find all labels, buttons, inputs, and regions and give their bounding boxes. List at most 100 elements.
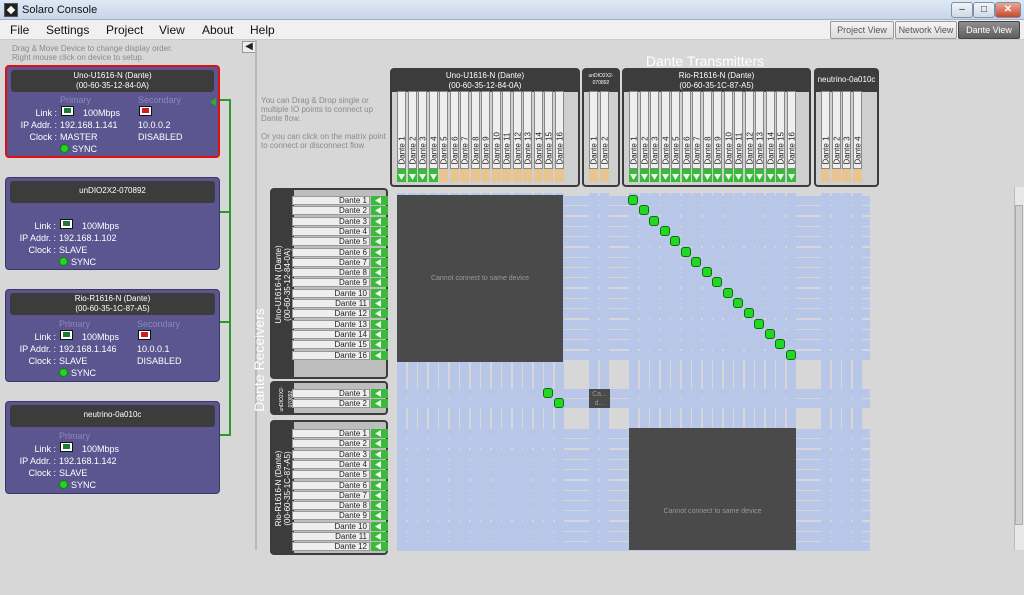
tx-channel[interactable]: Dante 5 <box>439 91 449 169</box>
menu-help[interactable]: Help <box>250 23 275 37</box>
tx-channel[interactable]: Dante 6 <box>681 91 691 169</box>
rx-channel[interactable]: Dante 1 <box>292 196 370 205</box>
tx-channel[interactable]: Dante 15 <box>776 91 786 169</box>
minimize-button[interactable]: – <box>951 2 973 18</box>
rx-channel[interactable]: Dante 11 <box>292 532 370 541</box>
rx-channel[interactable]: Dante 7 <box>292 258 370 267</box>
rx-channel[interactable]: Dante 6 <box>292 481 370 490</box>
rx-channel[interactable]: Dante 1 <box>292 389 370 398</box>
connection-point[interactable] <box>638 205 649 215</box>
rx-channel[interactable]: Dante 10 <box>292 289 370 298</box>
tx-channel[interactable]: Dante 9 <box>713 91 723 169</box>
tx-channel[interactable]: Dante 14 <box>765 91 775 169</box>
tx-channel[interactable]: Dante 4 <box>852 91 862 169</box>
tx-channel[interactable]: Dante 1 <box>397 91 407 169</box>
connection-point[interactable] <box>649 216 659 226</box>
rx-channel[interactable]: Dante 5 <box>292 237 370 246</box>
tx-channel[interactable]: Dante 6 <box>449 91 459 169</box>
panel-divider[interactable] <box>255 40 257 550</box>
tx-channel[interactable]: Dante 2 <box>831 91 841 169</box>
menu-settings[interactable]: Settings <box>46 23 89 37</box>
device-card-uno[interactable]: Uno-U1616-N (Dante) (00-60-35-12-84-0A) … <box>5 65 220 158</box>
rx-channel[interactable]: Dante 10 <box>292 522 370 531</box>
tx-channel[interactable]: Dante 10 <box>491 91 501 169</box>
tx-channel[interactable]: Dante 9 <box>481 91 491 169</box>
rx-channel[interactable]: Dante 12 <box>292 309 370 318</box>
rx-channel[interactable]: Dante 1 <box>292 429 370 438</box>
tx-channel[interactable]: Dante 10 <box>723 91 733 169</box>
tx-channel[interactable]: Dante 3 <box>418 91 428 169</box>
connection-point[interactable] <box>733 298 743 308</box>
maximize-button[interactable]: □ <box>973 2 995 18</box>
close-button[interactable]: ✕ <box>995 2 1021 18</box>
collapse-panel-button[interactable]: ◀ <box>242 41 256 53</box>
menu-about[interactable]: About <box>202 23 233 37</box>
connection-point[interactable] <box>553 398 564 408</box>
tx-channel[interactable]: Dante 1 <box>629 91 639 169</box>
connection-point[interactable] <box>764 329 775 339</box>
tx-channel[interactable]: Dante 2 <box>599 91 609 169</box>
project-view-button[interactable]: Project View <box>830 21 894 39</box>
rx-channel[interactable]: Dante 4 <box>292 227 370 236</box>
rx-channel[interactable]: Dante 11 <box>292 299 370 308</box>
tx-channel[interactable]: Dante 15 <box>544 91 554 169</box>
connection-point[interactable] <box>712 277 722 287</box>
tx-channel[interactable]: Dante 13 <box>755 91 765 169</box>
vertical-scrollbar-thumb[interactable] <box>1015 205 1023 525</box>
tx-channel[interactable]: Dante 16 <box>554 91 564 169</box>
rx-channel[interactable]: Dante 15 <box>292 340 370 349</box>
rx-channel[interactable]: Dante 9 <box>292 278 370 287</box>
tx-channel[interactable]: Dante 11 <box>734 91 744 169</box>
menu-file[interactable]: File <box>10 23 29 37</box>
tx-channel[interactable]: Dante 3 <box>842 91 852 169</box>
connection-point[interactable] <box>543 388 553 398</box>
tx-channel[interactable]: Dante 7 <box>692 91 702 169</box>
rx-channel[interactable]: Dante 14 <box>292 330 370 339</box>
tx-channel[interactable]: Dante 8 <box>702 91 712 169</box>
tx-channel[interactable]: Dante 8 <box>470 91 480 169</box>
tx-channel[interactable]: Dante 14 <box>533 91 543 169</box>
connection-point[interactable] <box>722 288 733 298</box>
connection-point[interactable] <box>743 308 754 318</box>
tx-channel[interactable]: Dante 3 <box>650 91 660 169</box>
rx-channel[interactable]: Dante 2 <box>292 206 370 215</box>
tx-channel[interactable]: Dante 4 <box>660 91 670 169</box>
device-card-rio[interactable]: Rio-R1616-N (Dante) (00-60-35-1C-87-A5) … <box>5 289 220 382</box>
connection-point[interactable] <box>659 226 670 236</box>
dante-view-button[interactable]: Dante View <box>958 21 1020 39</box>
tx-channel[interactable]: Dante 1 <box>821 91 831 169</box>
rx-channel[interactable]: Dante 4 <box>292 460 370 469</box>
menu-project[interactable]: Project <box>106 23 143 37</box>
rx-channel[interactable]: Dante 13 <box>292 320 370 329</box>
device-card-undio[interactable]: unDIO2X2-070892 Link : 100Mbps IP Addr. … <box>5 177 220 270</box>
connection-point[interactable] <box>775 339 785 349</box>
tx-channel[interactable]: Dante 11 <box>502 91 512 169</box>
connection-point[interactable] <box>670 236 680 246</box>
tx-channel[interactable]: Dante 12 <box>744 91 754 169</box>
connection-point[interactable] <box>691 257 701 267</box>
tx-channel[interactable]: Dante 12 <box>512 91 522 169</box>
connection-point[interactable] <box>785 350 796 360</box>
tx-channel[interactable]: Dante 2 <box>407 91 417 169</box>
menu-view[interactable]: View <box>159 23 185 37</box>
rx-channel[interactable]: Dante 8 <box>292 501 370 510</box>
tx-channel[interactable]: Dante 1 <box>589 91 599 169</box>
rx-channel[interactable]: Dante 3 <box>292 450 370 459</box>
tx-channel[interactable]: Dante 2 <box>639 91 649 169</box>
rx-channel[interactable]: Dante 5 <box>292 470 370 479</box>
rx-channel[interactable]: Dante 3 <box>292 217 370 226</box>
rx-channel[interactable]: Dante 2 <box>292 439 370 448</box>
rx-channel[interactable]: Dante 2 <box>292 399 370 408</box>
tx-channel[interactable]: Dante 13 <box>523 91 533 169</box>
rx-channel[interactable]: Dante 8 <box>292 268 370 277</box>
rx-channel[interactable]: Dante 7 <box>292 491 370 500</box>
rx-channel[interactable]: Dante 16 <box>292 351 370 360</box>
connection-point[interactable] <box>701 267 712 277</box>
device-card-neutrino[interactable]: neutrino-0a010c Primary Link : 100Mbps I… <box>5 401 220 494</box>
network-view-button[interactable]: Network View <box>895 21 957 39</box>
rx-channel[interactable]: Dante 9 <box>292 511 370 520</box>
connection-point[interactable] <box>628 195 638 205</box>
connection-point[interactable] <box>680 247 691 257</box>
tx-channel[interactable]: Dante 5 <box>671 91 681 169</box>
tx-channel[interactable]: Dante 7 <box>460 91 470 169</box>
